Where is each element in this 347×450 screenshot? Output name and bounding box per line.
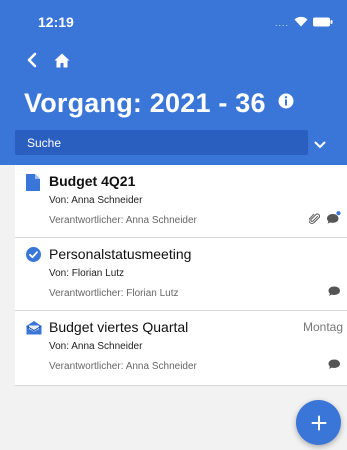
list-item[interactable]: Budget viertes Quartal Montag Von: Anna … — [15, 311, 347, 386]
item-title: Budget 4Q21 — [49, 173, 136, 189]
item-responsible: Verantwortlicher: Anna Schneider — [49, 215, 197, 226]
chevron-left-icon — [27, 52, 37, 68]
item-list: Budget 4Q21 Von: Anna Schneider Verantwo… — [15, 165, 347, 386]
check-circle-icon — [26, 247, 41, 267]
battery-icon — [313, 14, 333, 32]
page-title: Vorgang: 2021 - 36 — [24, 88, 266, 118]
plus-icon — [311, 415, 326, 430]
chevron-down-icon[interactable] — [314, 136, 326, 154]
item-title: Personalstatusmeeting — [49, 246, 192, 262]
item-from: Von: Florian Lutz — [49, 268, 125, 279]
comment-unread-icon — [326, 211, 341, 230]
home-button[interactable] — [54, 53, 70, 68]
document-icon — [26, 174, 40, 196]
item-title: Budget viertes Quartal — [49, 319, 189, 335]
home-icon — [54, 53, 70, 67]
search-input[interactable]: Suche — [15, 130, 308, 155]
comment-icon — [328, 284, 341, 302]
status-time: 12:19 — [38, 14, 74, 30]
list-item[interactable]: Personalstatusmeeting Von: Florian Lutz … — [15, 238, 347, 311]
signal-indicator: .... — [274, 18, 289, 28]
info-button[interactable] — [278, 93, 294, 114]
header: 12:19 .... Vorgang: 2021 - 36 Suche — [0, 0, 347, 165]
item-responsible: Verantwortlicher: Florian Lutz — [49, 288, 179, 299]
nav-row — [26, 52, 70, 68]
status-indicators: .... — [275, 14, 333, 32]
list-item[interactable]: Budget 4Q21 Von: Anna Schneider Verantwo… — [15, 165, 347, 238]
info-icon — [278, 93, 294, 109]
item-responsible: Verantwortlicher: Anna Schneider — [49, 361, 197, 372]
comment-icon — [328, 357, 341, 375]
item-from: Von: Anna Schneider — [49, 341, 143, 352]
add-button[interactable] — [296, 400, 341, 445]
item-date: Montag — [302, 320, 343, 334]
back-button[interactable] — [26, 52, 38, 68]
item-meta — [308, 211, 341, 230]
item-meta — [328, 284, 341, 302]
open-envelope-icon — [26, 320, 42, 340]
item-from: Von: Anna Schneider — [49, 195, 143, 206]
paperclip-icon — [308, 212, 321, 230]
title-row: Vorgang: 2021 - 36 — [24, 88, 294, 119]
wifi-icon — [294, 14, 308, 32]
item-meta — [328, 357, 341, 375]
